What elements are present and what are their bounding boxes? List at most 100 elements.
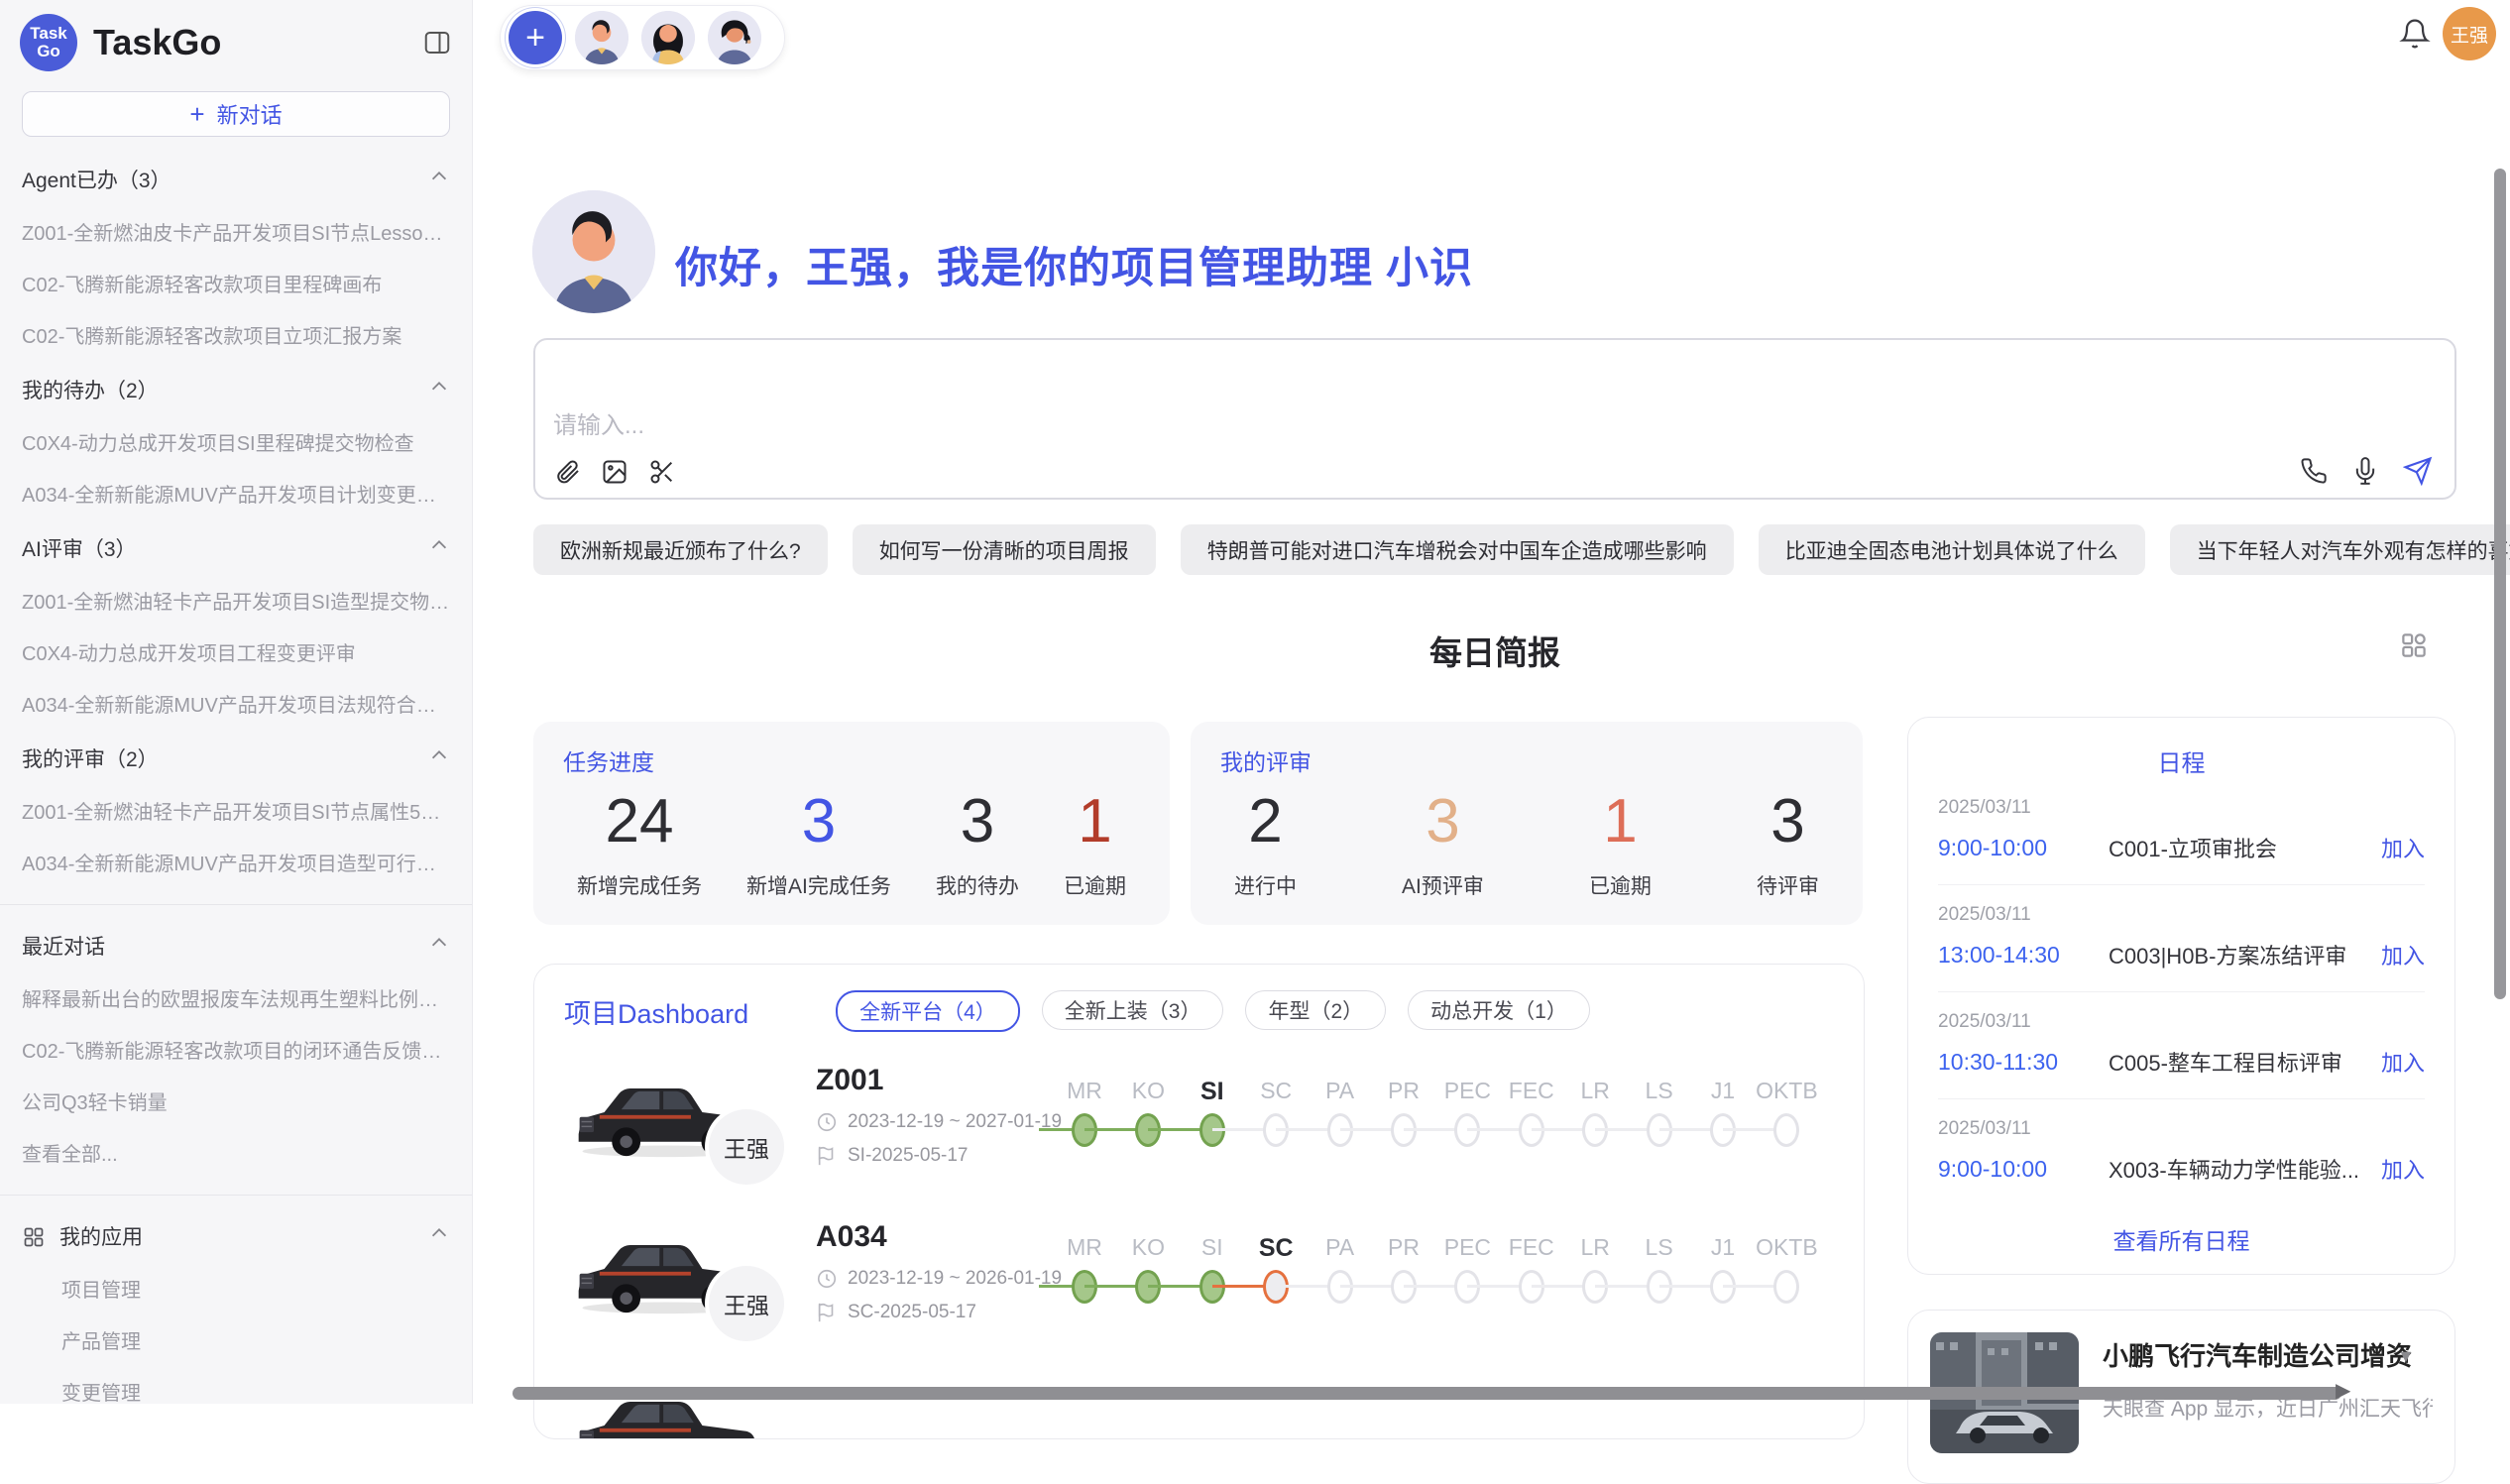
dashboard-title: 项目Dashboard xyxy=(564,992,748,1031)
my-apps-header[interactable]: 我的应用 xyxy=(22,1221,450,1251)
my-apps-title: 我的应用 xyxy=(22,1221,143,1251)
schedule-name: C003|H0B-方案冻结评审 xyxy=(2109,939,2367,970)
chevron-up-icon[interactable] xyxy=(428,1222,450,1250)
milestone-label: MR xyxy=(1067,1078,1102,1104)
chevron-up-icon[interactable] xyxy=(428,376,450,403)
suggestion-chip[interactable]: 特朗普可能对进口汽车增税会对中国车企造成哪些影响 xyxy=(1181,524,1734,575)
sidebar-task-item[interactable]: C02-飞腾新能源轻客改款项目里程碑画布 xyxy=(22,269,450,297)
project-flag-text: SC-2025-05-17 xyxy=(848,1302,976,1323)
assistant-avatar-3[interactable] xyxy=(708,11,761,64)
sidebar-section-0-header[interactable]: Agent已办（3） xyxy=(22,165,450,194)
join-meeting-link[interactable]: 加入 xyxy=(2381,1153,2425,1185)
assistant-avatar-1[interactable] xyxy=(575,11,628,64)
voice-call-icon[interactable] xyxy=(2300,457,2328,485)
message-input[interactable] xyxy=(553,340,2397,510)
dashboard-tab[interactable]: 年型（2） xyxy=(1245,990,1386,1030)
app-item[interactable]: 变更管理 xyxy=(22,1377,450,1404)
scroll-down-arrow-icon[interactable]: ▼ xyxy=(2397,1346,2415,1367)
dashboard-tab[interactable]: 动总开发（1） xyxy=(1408,990,1590,1030)
suggestion-chip[interactable]: 欧洲新规最近颁布了什么? xyxy=(533,524,828,575)
recent-chats-title: 最近对话 xyxy=(22,931,105,961)
schedule-date: 2025/03/11 xyxy=(1938,1011,2425,1033)
flag-icon xyxy=(816,1145,838,1167)
view-all-schedule-link[interactable]: 查看所有日程 xyxy=(1938,1208,2425,1256)
sidebar-task-item[interactable]: C02-飞腾新能源轻客改款项目立项汇报方案 xyxy=(22,320,450,349)
milestone-label: MR xyxy=(1067,1234,1102,1261)
brief-layout-icon[interactable] xyxy=(2399,630,2429,665)
milestone-label: FEC xyxy=(1509,1078,1554,1104)
milestone-label: OKTB xyxy=(1756,1078,1818,1104)
stat-label: 已逾期 xyxy=(1589,870,1652,900)
sidebar-section-3-header[interactable]: 我的评审（2） xyxy=(22,743,450,773)
vertical-scrollbar[interactable] xyxy=(2494,169,2506,999)
stat-label: 进行中 xyxy=(1234,870,1297,900)
join-meeting-link[interactable]: 加入 xyxy=(2381,939,2425,970)
my-apps-label: 我的应用 xyxy=(59,1226,143,1249)
app-item[interactable]: 产品管理 xyxy=(22,1325,450,1354)
sidebar-task-item[interactable]: A034-全新新能源MUV产品开发项目计划变更表编写 xyxy=(22,479,450,508)
recent-chat-item[interactable]: 公司Q3轻卡销量 xyxy=(22,1086,450,1115)
chevron-up-icon[interactable] xyxy=(428,166,450,193)
recent-chats-header[interactable]: 最近对话 xyxy=(22,931,450,961)
schedule-time: 9:00-10:00 xyxy=(1938,1156,2109,1183)
sidebar-task-item[interactable]: Z001-全新燃油轻卡产品开发项目SI节点属性5D文件评审 xyxy=(22,796,450,825)
new-chat-button[interactable]: + 新对话 xyxy=(22,91,450,137)
sidebar-section-2-title: AI评审（3） xyxy=(22,533,137,563)
assistant-avatar-2[interactable] xyxy=(641,11,695,64)
attachment-icon[interactable] xyxy=(553,458,581,486)
news-title: 小鹏飞行汽车制造公司增资 xyxy=(2103,1336,2433,1373)
schedule-item: 2025/03/11 10:30-11:30C005-整车工程目标评审加入 xyxy=(1938,992,2425,1099)
sidebar-task-item[interactable]: Z001-全新燃油轻卡产品开发项目SI造型提交物评审 xyxy=(22,586,450,615)
chevron-up-icon[interactable] xyxy=(428,744,450,772)
stats-row: 24新增完成任务3新增AI完成任务3我的待办1已逾期 xyxy=(563,789,1140,900)
suggestion-chips: 欧洲新规最近颁布了什么? 如何写一份清晰的项目周报特朗普可能对进口汽车增税会对中国… xyxy=(533,524,2456,575)
recent-chat-item[interactable]: C02-飞腾新能源轻客改款项目的闭环通告反馈情况 xyxy=(22,1035,450,1064)
dashboard-tab[interactable]: 全新平台（4） xyxy=(836,990,1020,1032)
user-avatar[interactable]: 王强 xyxy=(2443,7,2496,60)
microphone-icon[interactable] xyxy=(2351,457,2379,485)
recent-view-all-link[interactable]: 查看全部... xyxy=(22,1138,450,1167)
sidebar-task-item[interactable]: C0X4-动力总成开发项目SI里程碑提交物检查 xyxy=(22,427,450,456)
project-owner-badge: 王强 xyxy=(709,1266,784,1341)
chevron-up-icon[interactable] xyxy=(428,534,450,562)
join-meeting-link[interactable]: 加入 xyxy=(2381,1046,2425,1078)
schedule-main: 10:30-11:30C005-整车工程目标评审加入 xyxy=(1938,1046,2425,1078)
collapse-sidebar-icon[interactable] xyxy=(422,28,452,57)
horizontal-scrollbar[interactable] xyxy=(513,1387,2341,1400)
schedule-main: 9:00-10:00C001-立项审批会加入 xyxy=(1938,832,2425,863)
add-assistant-button[interactable]: + xyxy=(509,11,562,64)
sidebar-section-2-header[interactable]: AI评审（3） xyxy=(22,533,450,563)
stat-item: 3新增AI完成任务 xyxy=(746,789,891,900)
schedule-name: C001-立项审批会 xyxy=(2109,832,2367,863)
sidebar-task-item[interactable]: C0X4-动力总成开发项目工程变更评审 xyxy=(22,637,450,666)
sidebar-divider xyxy=(0,904,472,905)
project-owner-badge: 王强 xyxy=(709,1109,784,1185)
stat-item: 3AI预评审 xyxy=(1402,789,1484,900)
app-item[interactable]: 项目管理 xyxy=(22,1274,450,1303)
milestone-label: PR xyxy=(1388,1078,1420,1104)
notification-bell-icon[interactable] xyxy=(2399,18,2431,55)
project-flag-date: SI-2025-05-17 xyxy=(816,1145,968,1167)
project-flag-text: SI-2025-05-17 xyxy=(848,1145,968,1167)
send-icon[interactable] xyxy=(2403,456,2433,486)
scroll-right-arrow-icon[interactable]: ▶ xyxy=(2336,1378,2350,1403)
sidebar-section-1-header[interactable]: 我的待办（2） xyxy=(22,375,450,404)
logo-text-bottom: Go xyxy=(37,43,60,60)
sidebar-task-item[interactable]: Z001-全新燃油皮卡产品开发项目SI节点Lesson Learn报告 xyxy=(22,217,450,246)
suggestion-chip[interactable]: 当下年轻人对汽车外观有怎样的喜好趋势 xyxy=(2170,524,2510,575)
suggestion-chip[interactable]: 如何写一份清晰的项目周报 xyxy=(853,524,1156,575)
app-logo: Task Go xyxy=(20,14,77,71)
stat-label: 待评审 xyxy=(1757,870,1819,900)
scissors-icon[interactable] xyxy=(648,458,676,486)
recent-chats-label: 最近对话 xyxy=(22,936,105,959)
sidebar-section-2-label: AI评审（3） xyxy=(22,538,137,561)
suggestion-chip[interactable]: 比亚迪全固态电池计划具体说了什么 xyxy=(1759,524,2145,575)
chevron-up-icon[interactable] xyxy=(428,932,450,960)
dashboard-tab[interactable]: 全新上装（3） xyxy=(1042,990,1224,1030)
quick-access-pill: + xyxy=(500,5,785,70)
image-upload-icon[interactable] xyxy=(601,458,628,486)
sidebar-task-item[interactable]: A034-全新新能源MUV产品开发项目造型可行性评审 xyxy=(22,848,450,876)
sidebar-task-item[interactable]: A034-全新新能源MUV产品开发项目法规符合性评审 xyxy=(22,689,450,718)
join-meeting-link[interactable]: 加入 xyxy=(2381,832,2425,863)
recent-chat-item[interactable]: 解释最新出台的欧盟报废车法规再生塑料比例被调至15%... xyxy=(22,983,450,1012)
